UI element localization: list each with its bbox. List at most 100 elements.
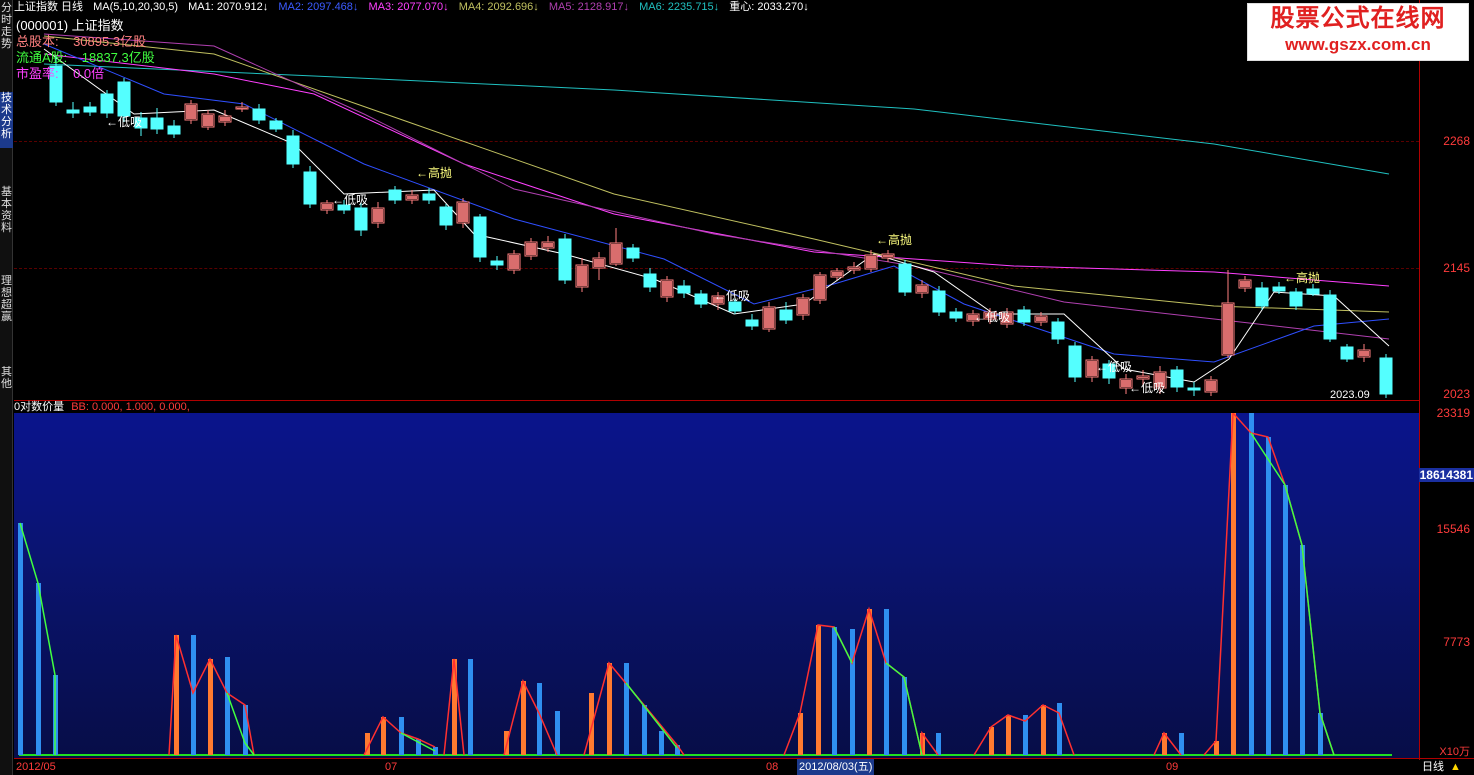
- ma-line: [43, 53, 1390, 287]
- volume-chart[interactable]: [14, 413, 1419, 758]
- volume-bar: [850, 629, 855, 755]
- float-shares-label: 流通A股:: [16, 50, 68, 65]
- volume-bar: [832, 627, 837, 755]
- buy-signal-label: ←低吸: [1129, 381, 1165, 395]
- candle-fill: [1036, 317, 1046, 321]
- tab-ideal[interactable]: 理想超赢: [0, 275, 13, 327]
- volume-bar: [589, 693, 594, 755]
- zhongxin-value: 重心: 2033.270↓: [729, 1, 809, 13]
- sell-signal-label: ←高抛: [1284, 270, 1320, 285]
- volume-bar: [1057, 703, 1062, 755]
- volume-bar: [243, 705, 248, 755]
- volume-bar: [1266, 437, 1271, 755]
- candle-fill: [203, 115, 213, 126]
- candle-fill: [237, 108, 247, 109]
- buy-signal-label: ←低吸: [106, 115, 142, 129]
- candle-fill: [373, 209, 383, 222]
- stock-info: (000001) 上证指数 总股本: 30895.3亿股 流通A股: 18837…: [16, 18, 155, 82]
- candle-fill: [917, 286, 927, 292]
- date-axis: 2012/05 07 08 2012/08/03(五) 09 日线 ▲: [14, 758, 1474, 775]
- sell-signal-label: ←高抛: [876, 232, 912, 247]
- volume-tick: 23319: [1436, 406, 1470, 420]
- volume-bar: [208, 659, 213, 755]
- volume-line: [1153, 731, 1182, 756]
- candle-body: [1051, 321, 1065, 340]
- tab-other[interactable]: 其他: [0, 366, 13, 394]
- volume-bar: [642, 705, 647, 755]
- price-tick: 2268: [1443, 134, 1470, 148]
- period-arrow-icon[interactable]: ▲: [1450, 759, 1461, 775]
- candle-fill: [543, 243, 553, 247]
- candle-body: [1289, 291, 1303, 307]
- date-tick: 09: [1166, 761, 1179, 773]
- volume-title: 0对数价量: [14, 401, 65, 413]
- volume-bar: [381, 717, 386, 755]
- tab-fundamentals[interactable]: 基本资料: [0, 186, 13, 238]
- candle-body: [167, 125, 181, 135]
- candle-fill: [509, 255, 519, 269]
- candle-body: [388, 189, 402, 201]
- tab-technical[interactable]: 技术分析: [0, 92, 13, 148]
- candle-fill: [764, 308, 774, 328]
- volume-axis: 23319 18614381 15546 7773 X10万: [1418, 400, 1474, 760]
- candle-body: [286, 135, 300, 165]
- candle-fill: [815, 276, 825, 299]
- volume-bar: [555, 711, 560, 755]
- ma-line: [43, 43, 1390, 363]
- candle-fill: [322, 204, 332, 209]
- volume-bar: [521, 681, 526, 755]
- volume-bar: [225, 657, 230, 755]
- candle-body: [694, 293, 708, 305]
- ma1-value: MA1: 2070.912↓: [188, 1, 269, 13]
- volume-bar: [659, 731, 664, 755]
- volume-bar: [624, 663, 629, 755]
- candle-fill: [220, 117, 230, 121]
- candle-fill: [832, 272, 842, 276]
- candle-fill: [1223, 304, 1233, 354]
- volume-bar: [798, 713, 803, 755]
- volume-bar: [607, 663, 612, 755]
- candle-body: [745, 319, 759, 327]
- candlestick-chart[interactable]: ←低吸 ←低吸 ←高抛 ←低吸 ←高抛 ←低吸 ←低吸 ←低吸 ←高抛: [14, 14, 1419, 400]
- buy-signal-label: ←低吸: [1096, 360, 1132, 374]
- ma4-value: MA4: 2092.696↓: [458, 1, 539, 13]
- candle-body: [117, 81, 131, 117]
- candle-body: [66, 109, 80, 114]
- tab-timeshare[interactable]: 分时走势: [0, 2, 13, 84]
- candle-body: [728, 301, 742, 312]
- candle-body: [422, 193, 436, 201]
- candle-body: [473, 216, 487, 258]
- total-shares-label: 总股本:: [16, 34, 59, 49]
- price-tick: 2145: [1443, 261, 1470, 275]
- volume-bar: [989, 727, 994, 755]
- candle-fill: [1206, 381, 1216, 391]
- total-shares-value: 30895.3亿股: [73, 34, 147, 49]
- candle-body: [898, 263, 912, 293]
- candle-fill: [594, 259, 604, 267]
- volume-line: [503, 678, 558, 756]
- volume-bar: [468, 659, 473, 755]
- indicator-header: 上证指数 日线 MA(5,10,20,30,5) MA1: 2070.912↓ M…: [14, 0, 1244, 14]
- sell-signal-label: ←高抛: [416, 165, 452, 180]
- volume-line: [625, 682, 678, 749]
- volume-bar: [191, 635, 196, 755]
- volume-cursor-value: 18614381: [1418, 468, 1474, 482]
- buy-signal-label: ←低吸: [714, 289, 750, 303]
- volume-bar: [18, 523, 23, 755]
- volume-bar: [1231, 413, 1236, 755]
- stock-name: (000001) 上证指数: [16, 18, 124, 33]
- candle-fill: [186, 105, 196, 119]
- volume-bar: [867, 609, 872, 755]
- candle-fill: [611, 244, 621, 263]
- volume-header: 0对数价量 BB: 0.000, 1.000, 0.000,: [14, 400, 1419, 413]
- candle-body: [1323, 294, 1337, 340]
- cursor-date: 2012/08/03(五): [797, 759, 875, 775]
- candle-body: [1187, 387, 1201, 391]
- candle-body: [439, 206, 453, 226]
- volume-unit: X10万: [1439, 746, 1470, 758]
- volume-bar: [1300, 545, 1305, 755]
- candle-fill: [798, 299, 808, 314]
- candle-fill: [407, 196, 417, 199]
- candle-body: [932, 290, 946, 313]
- period-button[interactable]: 日线: [1422, 759, 1444, 775]
